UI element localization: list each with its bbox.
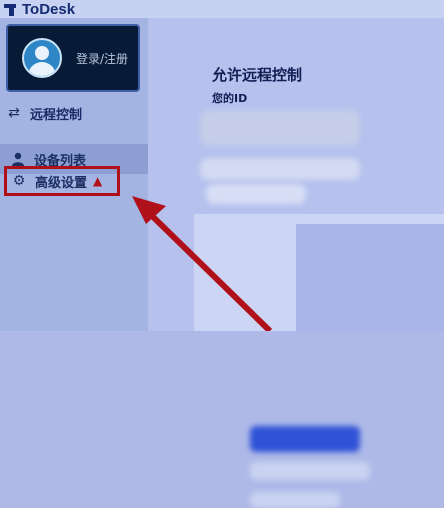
blurred-password-label [200,158,360,180]
sidebar: 登录/注册 ⇄ 远程控制 设备列表 ⚙ 高级设置 ▲ [0,18,148,331]
blurred-text-line [250,492,340,508]
sidebar-item-advanced-settings[interactable]: ⚙ 高级设置 ▲ [4,166,120,196]
swap-arrows-icon: ⇄ [8,105,20,121]
gear-icon: ⚙ [12,173,26,189]
blurred-id-value [200,110,360,146]
blurred-connect-button[interactable] [250,426,360,452]
user-icon [10,151,26,167]
app-name: ToDesk [22,0,76,18]
avatar[interactable] [22,38,62,78]
up-arrow-icon: ▲ [93,174,103,188]
blurred-text-line [250,462,370,480]
sidebar-item-remote-control[interactable]: ⇄ 远程控制 [6,100,142,126]
todesk-logo-icon [4,2,20,16]
page-title: 允许远程控制 [212,66,303,84]
login-card[interactable]: 登录/注册 [6,24,140,92]
title-bar: ToDesk [0,0,444,18]
right-panel-block [296,224,444,331]
main-panel: 允许远程控制 您的ID [148,18,444,508]
blurred-password-value [206,184,306,204]
app-logo: ToDesk [4,0,76,18]
avatar-body-icon [28,62,56,76]
your-id-label: 您的ID [212,92,248,105]
sidebar-item-label: 远程控制 [30,107,83,123]
sidebar-item-label: 高级设置 [35,175,88,191]
avatar-head-icon [35,46,49,60]
login-register-link[interactable]: 登录/注册 [76,50,128,67]
